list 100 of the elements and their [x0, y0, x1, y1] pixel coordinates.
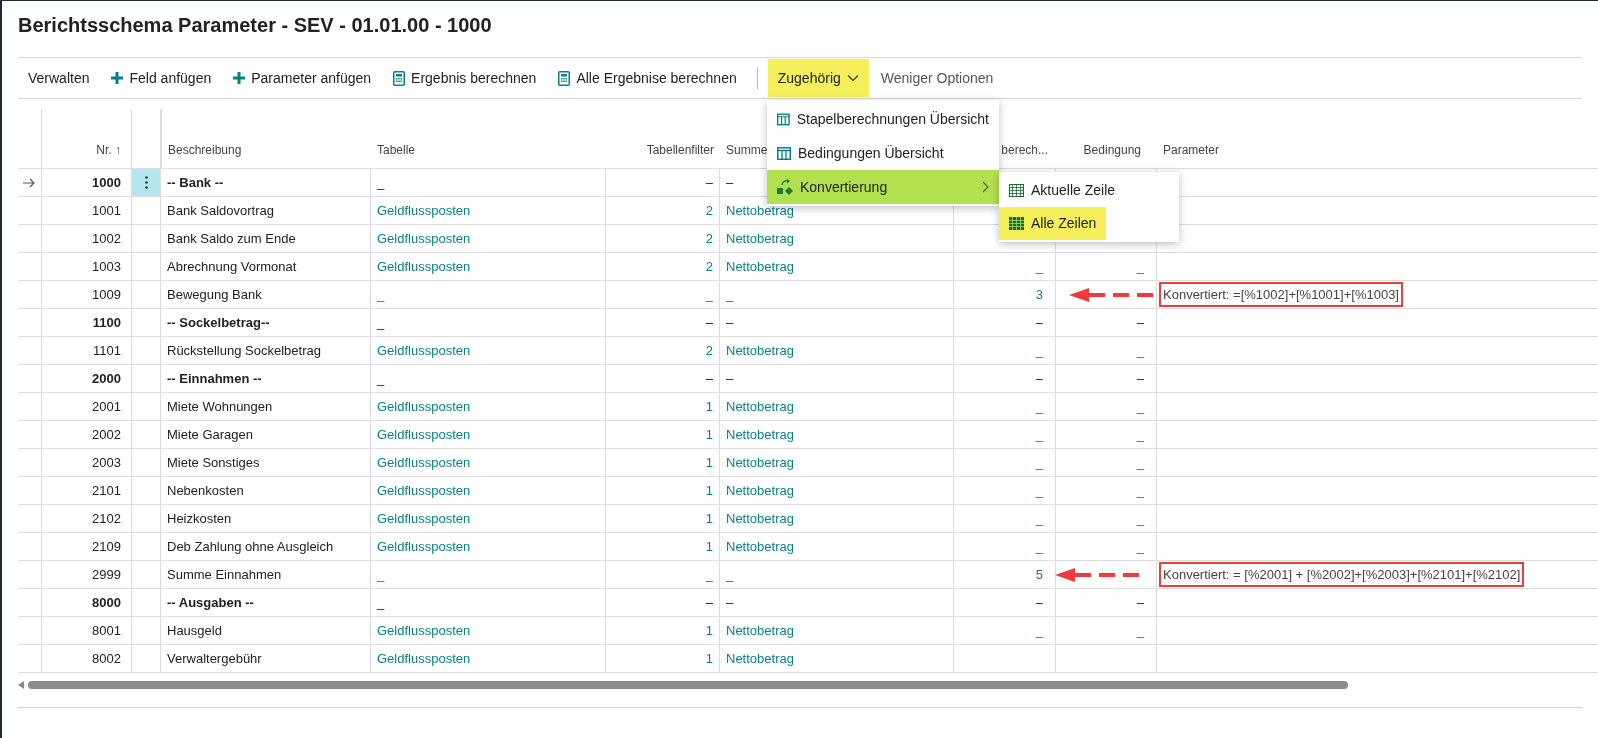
row-indicator[interactable]: [18, 393, 42, 421]
row-actions[interactable]: [132, 589, 161, 617]
row-actions[interactable]: [132, 533, 161, 561]
table-cell: Nettobetrag: [720, 421, 954, 449]
row-actions[interactable]: [132, 645, 161, 673]
table-cell: _: [371, 169, 606, 197]
row-actions[interactable]: [132, 337, 161, 365]
table-cell: 1: [606, 617, 720, 645]
toolbar-button[interactable]: Parameter anfügen: [223, 59, 382, 97]
table-cell: 5: [954, 561, 1056, 589]
table-cell: Nettobetrag: [720, 449, 954, 477]
toolbar-button[interactable]: Alle Ergebnise berechnen: [548, 59, 747, 97]
grid-icon: [1009, 184, 1024, 197]
table-cell: 1009: [42, 281, 132, 309]
row-indicator[interactable]: [18, 169, 42, 197]
table-cell: _: [954, 393, 1056, 421]
table-cell: –: [1056, 365, 1157, 393]
table-cell: Verwaltergebühr: [161, 645, 371, 673]
row-actions[interactable]: [132, 169, 161, 197]
table-cell: _: [1056, 477, 1157, 505]
row-indicator[interactable]: [18, 617, 42, 645]
row-actions[interactable]: [132, 225, 161, 253]
table-cell: Nettobetrag: [720, 253, 954, 281]
scroll-left-icon[interactable]: [18, 681, 24, 689]
table-cell: Nebenkosten: [161, 477, 371, 505]
table-cell: 2101: [42, 477, 132, 505]
row-indicator[interactable]: [18, 589, 42, 617]
row-indicator[interactable]: [18, 197, 42, 225]
table-cell: 1002: [42, 225, 132, 253]
column-header[interactable]: Bedingung: [1083, 141, 1141, 159]
table-cell: 2: [606, 337, 720, 365]
toolbar-button[interactable]: Zugehörig: [767, 59, 869, 97]
row-actions[interactable]: [132, 617, 161, 645]
column-header[interactable]: Tabellenfilter: [646, 141, 714, 159]
table-cell: _: [1056, 505, 1157, 533]
row-indicator[interactable]: [18, 309, 42, 337]
table-cell: _: [954, 421, 1056, 449]
table-cell: Nettobetrag: [720, 645, 954, 673]
table-cell: Geldflussposten: [371, 505, 606, 533]
menu-item[interactable]: Stapelberechnungen Übersicht: [767, 102, 999, 136]
row-actions[interactable]: [132, 365, 161, 393]
table-cell: _: [1056, 533, 1157, 561]
toolbar-button[interactable]: Ergebnis berechnen: [383, 59, 547, 97]
table-cell: _: [371, 281, 606, 309]
row-actions[interactable]: [132, 197, 161, 225]
row-indicator[interactable]: [18, 449, 42, 477]
row-indicator[interactable]: [18, 365, 42, 393]
row-indicator[interactable]: [18, 281, 42, 309]
row-indicator[interactable]: [18, 225, 42, 253]
row-indicator[interactable]: [18, 253, 42, 281]
menu-item[interactable]: Bedingungen Übersicht: [767, 136, 999, 170]
table-cell: Nettobetrag: [720, 225, 954, 253]
row-actions[interactable]: [132, 561, 161, 589]
menu-item[interactable]: Konvertierung: [767, 170, 999, 204]
row-actions[interactable]: [132, 393, 161, 421]
horizontal-scrollbar[interactable]: [28, 681, 1348, 689]
table-cell: 1003: [42, 253, 132, 281]
row-actions[interactable]: [132, 449, 161, 477]
column-header[interactable]: Parameter: [1163, 141, 1220, 159]
menu-item[interactable]: Aktuelle Zeile: [999, 174, 1126, 207]
row-actions[interactable]: [132, 505, 161, 533]
arrow-right-icon: [23, 177, 36, 188]
row-indicator[interactable]: [18, 645, 42, 673]
row-indicator[interactable]: [18, 505, 42, 533]
row-actions[interactable]: [132, 253, 161, 281]
row-indicator[interactable]: [18, 421, 42, 449]
column-header[interactable]: Beschreibung: [168, 141, 242, 159]
toolbar-button[interactable]: Verwalten: [18, 59, 100, 97]
calculator-icon: [558, 70, 571, 86]
table-cell: –: [606, 169, 720, 197]
table-cell: –: [954, 309, 1056, 337]
menu-item[interactable]: Alle Zeilen: [999, 207, 1107, 240]
toolbar-button[interactable]: Feld anfügen: [101, 59, 222, 97]
plus-icon: [233, 72, 246, 84]
column-header[interactable]: Summe: [726, 141, 768, 159]
table-cell: 1: [606, 449, 720, 477]
table-cell: 2102: [42, 505, 132, 533]
row-indicator[interactable]: [18, 337, 42, 365]
row-actions[interactable]: [132, 421, 161, 449]
table-cell: –: [606, 309, 720, 337]
table-cell: Geldflussposten: [371, 337, 606, 365]
column-header[interactable]: berech...: [1001, 141, 1048, 159]
page-title: Berichtsschema Parameter - SEV - 01.01.00 - 1000: [18, 13, 492, 38]
row-indicator[interactable]: [18, 533, 42, 561]
table-cell: Nettobetrag: [720, 533, 954, 561]
row-indicator[interactable]: [18, 477, 42, 505]
row-actions[interactable]: [132, 477, 161, 505]
row-actions[interactable]: [132, 281, 161, 309]
column-header[interactable]: Tabelle: [377, 141, 416, 159]
table-cell: _: [954, 617, 1056, 645]
table-cell: Nettobetrag: [720, 393, 954, 421]
row-actions[interactable]: [132, 309, 161, 337]
table-cell: 1: [606, 505, 720, 533]
chevron-right-icon: [982, 181, 989, 193]
table-cell: _: [954, 505, 1056, 533]
table-cell: –: [954, 589, 1056, 617]
toolbar-button[interactable]: Weniger Optionen: [870, 59, 1004, 97]
column-header[interactable]: Nr. ↑: [96, 141, 121, 159]
table-cell: 2003: [42, 449, 132, 477]
row-indicator[interactable]: [18, 561, 42, 589]
